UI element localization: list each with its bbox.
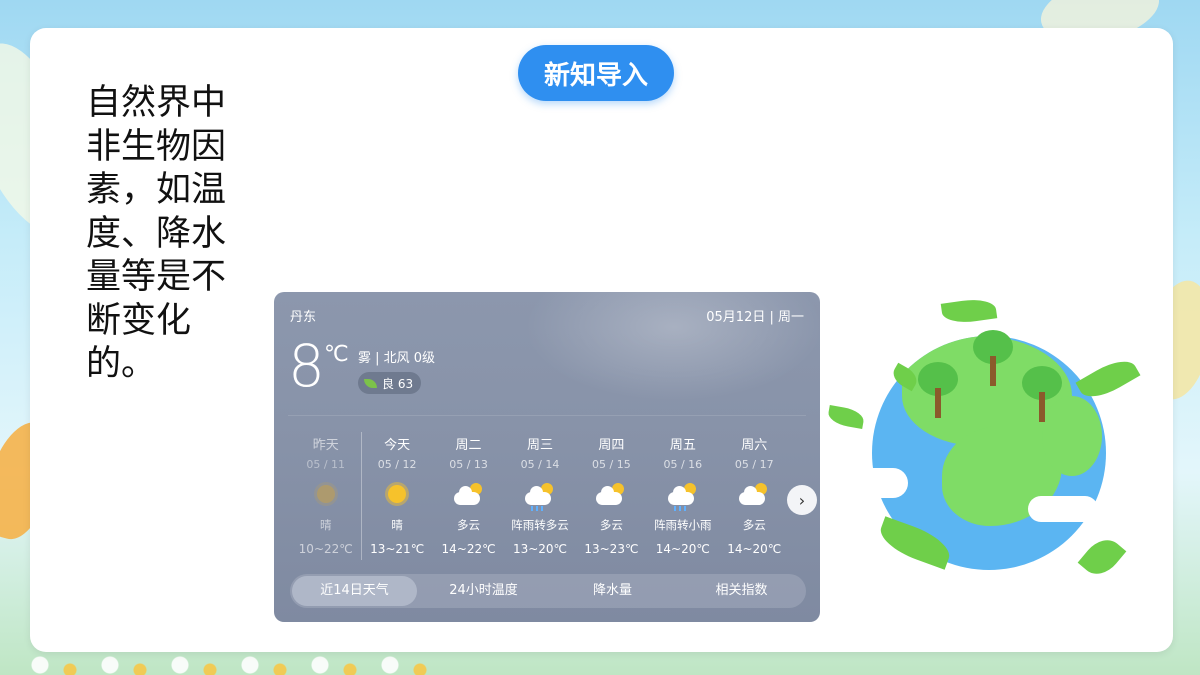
next-arrow-button[interactable]: › [787,485,817,515]
day-name: 周三 [526,438,553,453]
day-description: 多云 [742,518,766,532]
forecast-day[interactable]: 昨天 05 / 11 晴 10~22℃ [290,430,361,560]
tab-24-hour-temperature[interactable]: 24小时温度 [421,576,546,606]
day-name: 周六 [741,438,768,453]
day-date: 05 / 11 [306,458,346,471]
leaf-icon [826,405,866,429]
leaf-icon [940,296,998,326]
day-temperature-range: 13~20℃ [512,542,568,556]
earth-illustration [826,296,1144,586]
day-date: 05 / 17 [734,458,774,471]
cloud-icon [1028,496,1098,522]
weather-condition: 雾 | 北风 0级 [358,351,436,366]
shower-icon [667,483,698,511]
forecast-day[interactable]: 周四 05 / 15 多云 13~23℃ [576,430,647,560]
day-name: 周五 [669,438,696,453]
day-description: 阵雨转多云 [511,518,569,532]
day-temperature-range: 14~20℃ [727,542,782,556]
section-title-badge: 新知导入 [518,45,674,101]
day-name: 周二 [455,438,482,453]
day-temperature-range: 10~22℃ [298,542,353,556]
day-description: 阵雨转小雨 [654,518,712,532]
tab-14-day-weather[interactable]: 近14日天气 [292,576,417,606]
current-temperature: 8 [288,332,325,400]
partly-cloudy-icon [739,483,769,505]
day-temperature-range: 13~23℃ [584,542,639,556]
cloud-icon [828,468,908,498]
day-date: 05 / 15 [592,458,631,471]
shower-icon [524,483,555,511]
date-label: 05月12日 | 周一 [706,310,804,325]
intro-text: 自然界中非生物因素，如温度、降水量等是不断变化的。 [86,83,227,384]
sun-icon [388,485,407,503]
air-quality-label: 良 63 [382,376,414,391]
day-temperature-range: 13~21℃ [370,542,425,556]
day-description: 多云 [457,518,481,532]
day-description: 多云 [599,518,623,532]
day-date: 05 / 16 [663,458,703,471]
day-date: 05 / 14 [520,458,560,471]
day-description: 晴 [391,518,403,532]
day-description: 晴 [319,518,332,532]
divider [288,415,806,416]
leaf-icon [364,378,377,388]
day-temperature-range: 14~22℃ [441,542,496,556]
day-temperature-range: 14~20℃ [655,542,710,556]
sun-icon [316,485,335,503]
chevron-right-icon: › [798,490,806,510]
forecast-day[interactable]: 周二 05 / 13 多云 14~22℃ [433,430,504,560]
forecast-day[interactable]: 周五 05 / 16 阵雨转小雨 14~20℃ [647,430,718,560]
temperature-unit: ℃ [324,342,349,367]
leaf-icon [1077,532,1127,582]
partly-cloudy-icon [453,483,484,505]
tab-related-indices[interactable]: 相关指数 [679,576,804,606]
forecast-day[interactable]: 周六 05 / 17 多云 14~20℃ [719,430,790,560]
tab-precipitation[interactable]: 降水量 [550,576,675,606]
forecast-day[interactable]: 周三 05 / 14 阵雨转多云 13~20℃ [504,430,575,560]
partly-cloudy-icon [596,483,626,505]
weather-tabs: 近14日天气 24小时温度 降水量 相关指数 [290,574,806,608]
day-name: 周四 [598,438,625,453]
day-date: 05 / 13 [449,458,488,471]
forecast-day-today[interactable]: 今天 05 / 12 晴 13~21℃ [361,430,432,560]
day-date: 05 / 12 [377,458,417,471]
weather-widget: 丹东 05月12日 | 周一 8 ℃ 雾 | 北风 0级 良 63 昨天 05 … [274,292,820,622]
air-quality-badge[interactable]: 良 63 [358,372,422,394]
forecast-row: 昨天 05 / 11 晴 10~22℃ 今天 05 / 12 晴 13~21℃ … [290,430,790,560]
city-label: 丹东 [290,310,317,325]
day-name: 昨天 [312,438,339,453]
day-name: 今天 [384,438,411,453]
